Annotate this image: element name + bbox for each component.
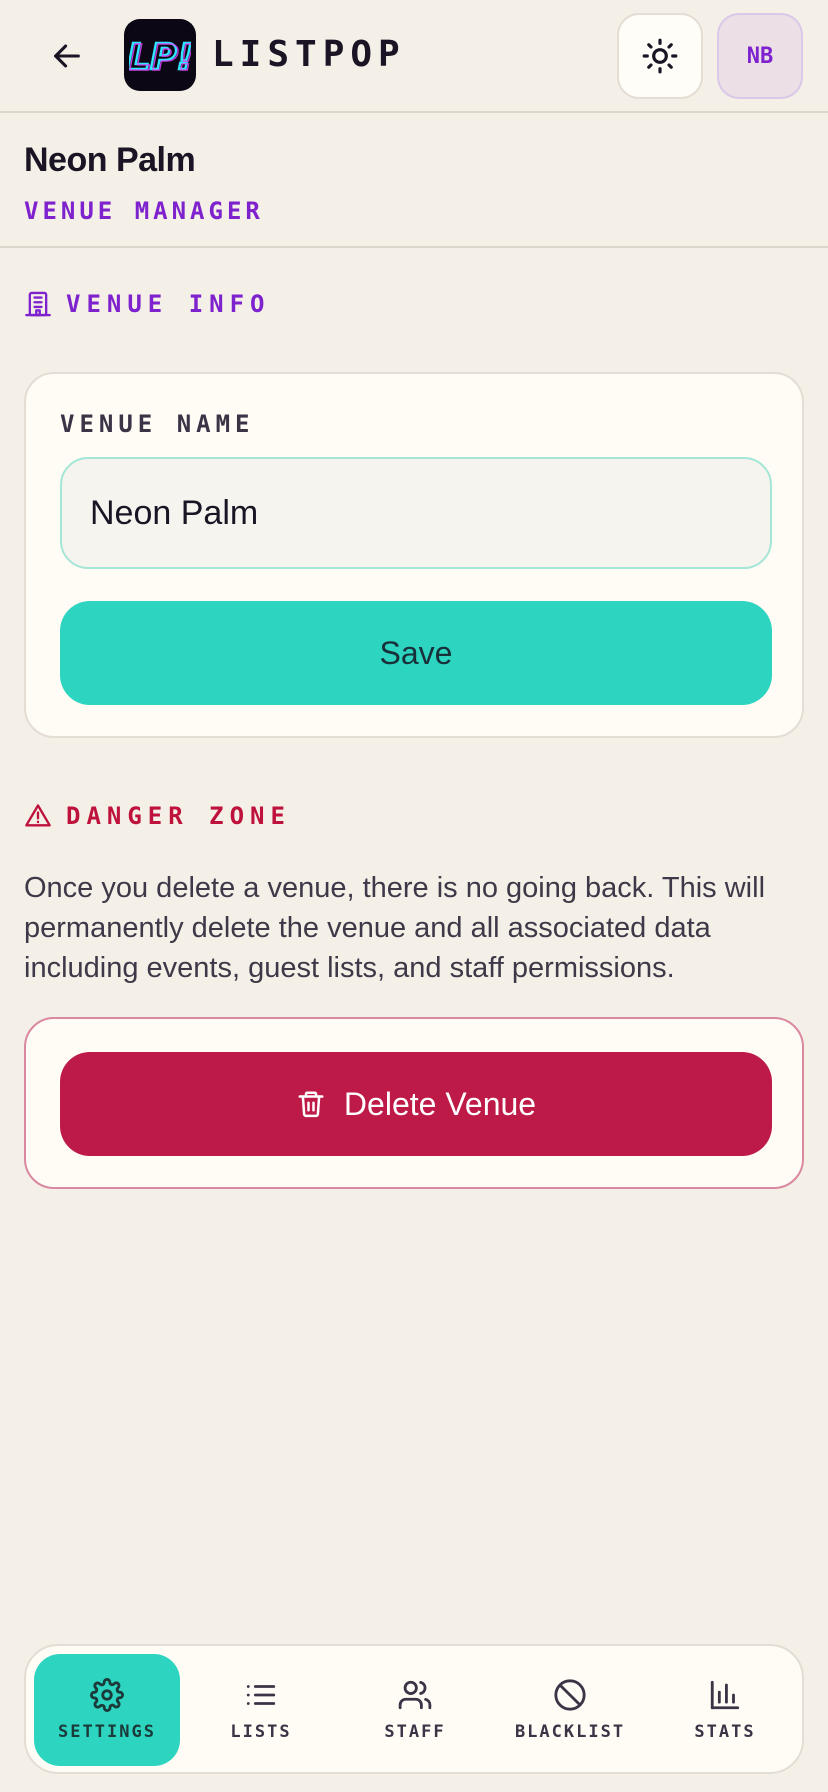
bottom-nav: SETTINGS LISTS STAFF BLACKLIST STATS bbox=[24, 1644, 804, 1774]
listpop-logo-icon: LP! LP! bbox=[129, 36, 191, 80]
delete-venue-label: Delete Venue bbox=[343, 1085, 537, 1122]
nav-tab-blacklist[interactable]: BLACKLIST bbox=[496, 1654, 644, 1766]
danger-description: Once you delete a venue, there is no goi… bbox=[24, 872, 766, 984]
danger-zone-heading: DANGER ZONE bbox=[24, 802, 291, 830]
gear-icon bbox=[90, 1678, 124, 1712]
user-avatar[interactable]: NB bbox=[717, 13, 803, 99]
app-logo[interactable]: LP! LP! bbox=[124, 19, 196, 91]
bar-chart-icon bbox=[710, 1680, 740, 1710]
section-title: VENUE INFO bbox=[66, 290, 271, 318]
trash-icon bbox=[298, 1091, 324, 1118]
nav-label: STATS bbox=[694, 1722, 756, 1742]
sun-icon bbox=[642, 38, 678, 74]
venue-info-heading: VENUE INFO bbox=[24, 290, 271, 318]
nav-label: LISTS bbox=[230, 1722, 292, 1742]
venue-name-input[interactable] bbox=[60, 457, 772, 569]
brand-name: LISTPOP bbox=[212, 34, 406, 75]
warning-triangle-icon bbox=[25, 804, 51, 827]
venue-role: VENUE MANAGER bbox=[24, 197, 264, 225]
venue-header: Neon Palm VENUE MANAGER bbox=[0, 113, 828, 248]
nav-tab-settings[interactable]: SETTINGS bbox=[34, 1654, 180, 1766]
nav-tab-lists[interactable]: LISTS bbox=[188, 1654, 334, 1766]
ban-icon bbox=[554, 1679, 586, 1711]
list-icon bbox=[246, 1685, 276, 1705]
top-bar: LP! LP! LISTPOP NB bbox=[0, 0, 828, 113]
nav-label: SETTINGS bbox=[58, 1722, 156, 1742]
venue-name-label: VENUE NAME bbox=[60, 410, 255, 438]
nav-label: BLACKLIST bbox=[514, 1722, 626, 1742]
page-title: Neon Palm bbox=[24, 141, 196, 179]
danger-zone-card: Delete Venue bbox=[24, 1017, 804, 1189]
users-icon bbox=[398, 1680, 432, 1710]
svg-text:LP!: LP! bbox=[129, 38, 191, 79]
save-button[interactable]: Save bbox=[60, 601, 772, 705]
section-title: DANGER ZONE bbox=[66, 802, 291, 830]
theme-toggle-button[interactable] bbox=[617, 13, 703, 99]
nav-tab-staff[interactable]: STAFF bbox=[342, 1654, 488, 1766]
arrow-left-icon bbox=[54, 44, 80, 68]
building-icon bbox=[25, 291, 51, 317]
delete-venue-button[interactable]: Delete Venue bbox=[60, 1052, 772, 1156]
nav-label: STAFF bbox=[384, 1722, 446, 1742]
nav-tab-stats[interactable]: STATS bbox=[652, 1654, 798, 1766]
back-button[interactable] bbox=[40, 32, 94, 80]
venue-info-card: VENUE NAME Save bbox=[24, 372, 804, 738]
